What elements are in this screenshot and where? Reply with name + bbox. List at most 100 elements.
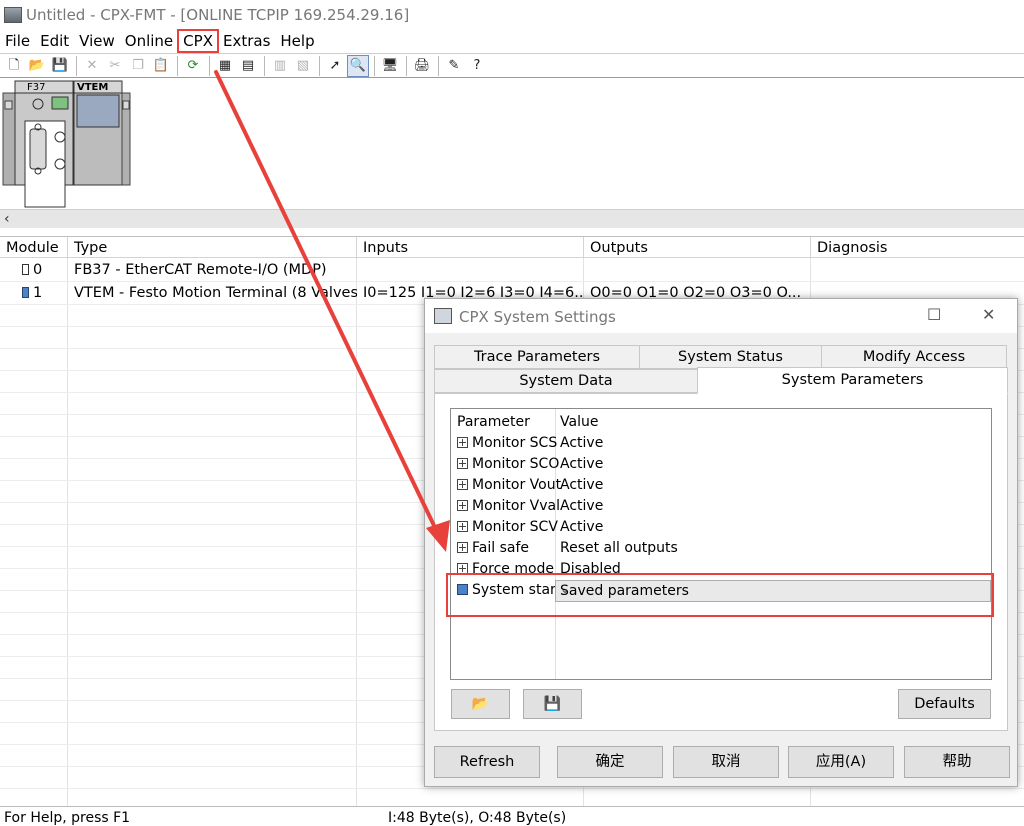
apply-button[interactable]: 应用(A) xyxy=(788,746,894,778)
pointer-icon[interactable]: ➚ xyxy=(325,56,345,76)
open-icon[interactable]: 📂 xyxy=(27,56,47,76)
param-name: Monitor Vout xyxy=(472,477,562,493)
rack-module-vtem-label: VTEM xyxy=(77,82,108,93)
save-icon[interactable]: 💾 xyxy=(50,56,70,76)
toolbar-separator xyxy=(319,55,320,76)
menu-online[interactable]: Online xyxy=(120,30,178,52)
param-name: Monitor SCS xyxy=(472,435,558,451)
refresh-icon[interactable]: ⟳ xyxy=(183,56,203,76)
col-header-module[interactable]: Module xyxy=(0,237,68,257)
list-header-parameter[interactable]: Parameter xyxy=(457,414,530,430)
menu-file[interactable]: File xyxy=(0,30,35,52)
status-help-text: For Help, press F1 xyxy=(4,810,131,826)
help-icon[interactable]: ? xyxy=(467,56,487,76)
rack-diagram: F37 VTEM xyxy=(2,80,131,208)
dialog-title: CPX System Settings xyxy=(459,308,616,326)
defaults-button[interactable]: Defaults xyxy=(898,689,991,719)
list-item[interactable]: Monitor SCO Active xyxy=(451,454,991,475)
maximize-icon[interactable]: ☐ xyxy=(927,305,941,324)
param-value: Active xyxy=(560,456,604,472)
list-item[interactable]: Monitor SCV Active xyxy=(451,517,991,538)
list-item[interactable]: Monitor SCS Active xyxy=(451,433,991,454)
param-name: Monitor SCV xyxy=(472,519,558,535)
col-header-outputs[interactable]: Outputs xyxy=(584,237,811,257)
menu-edit[interactable]: Edit xyxy=(35,30,74,52)
zoom-icon[interactable]: 🔍 xyxy=(347,54,369,77)
col-header-inputs[interactable]: Inputs xyxy=(357,237,584,257)
menu-view[interactable]: View xyxy=(74,30,120,52)
param-name: Monitor SCO xyxy=(472,456,560,472)
param-value: Active xyxy=(560,519,604,535)
menu-cpx[interactable]: CPX xyxy=(177,29,219,53)
toolbar-separator xyxy=(264,55,265,76)
scissors-icon[interactable]: ✂ xyxy=(105,56,125,76)
row-inputs xyxy=(357,259,584,281)
tab-system-status[interactable]: System Status xyxy=(639,345,822,369)
delete-icon[interactable]: ✕ xyxy=(82,56,102,76)
tab-system-parameters[interactable]: System Parameters xyxy=(697,367,1008,394)
download-icon[interactable]: ▧ xyxy=(293,56,313,76)
menu-bar: File Edit View Online CPX Extras Help xyxy=(0,29,1024,53)
row-type: FB37 - EtherCAT Remote-I/O (MDP) xyxy=(74,262,327,278)
toolbar-separator xyxy=(374,55,375,76)
module-grid-header: Module Type Inputs Outputs Diagnosis xyxy=(0,236,1024,258)
menu-help[interactable]: Help xyxy=(275,30,319,52)
dialog-app-icon xyxy=(434,308,452,324)
scroll-left-icon[interactable]: ‹ xyxy=(4,211,10,227)
row-module: 0 xyxy=(33,262,43,278)
col-header-diagnosis[interactable]: Diagnosis xyxy=(811,237,1024,257)
parameter-icon xyxy=(457,521,468,532)
upload-icon[interactable]: ▥ xyxy=(270,56,290,76)
tab-system-data[interactable]: System Data xyxy=(434,369,698,393)
load-file-button[interactable]: 📂 xyxy=(451,689,510,719)
col-header-type[interactable]: Type xyxy=(68,237,357,257)
toolbar: 🗋 📂 💾 ✕ ✂ ❐ 📋 ⟳ ▦ ▤ ▥ ▧ ➚ 🔍 🖥 🖨 ✎ ? xyxy=(0,53,1024,78)
help-button[interactable]: 帮助 xyxy=(904,746,1010,778)
cancel-button[interactable]: 取消 xyxy=(673,746,779,778)
toolbar-separator xyxy=(177,55,178,76)
new-icon[interactable]: 🗋 xyxy=(4,56,24,76)
param-value: Active xyxy=(560,498,604,514)
refresh-button[interactable]: Refresh xyxy=(434,746,540,778)
rack-module-f37-label: F37 xyxy=(27,82,45,93)
status-io-text: I:48 Byte(s), O:48 Byte(s) xyxy=(388,810,567,826)
dialog-title-bar: CPX System Settings ☐ ✕ xyxy=(425,299,1017,333)
list-header: Parameter Value xyxy=(451,412,991,433)
app-icon xyxy=(4,7,22,23)
module-icon[interactable]: ▦ xyxy=(215,56,235,76)
wand-icon[interactable]: ✎ xyxy=(444,56,464,76)
annotation-highlight-box xyxy=(446,573,994,617)
rack-horizontal-scrollbar[interactable]: ‹ xyxy=(0,209,1024,228)
param-name: Fail safe xyxy=(472,540,529,556)
parameter-icon xyxy=(457,458,468,469)
folder-open-icon: 📂 xyxy=(471,696,490,712)
ok-button[interactable]: 确定 xyxy=(557,746,663,778)
row-module: 1 xyxy=(33,285,43,301)
toolbar-separator xyxy=(406,55,407,76)
table-row[interactable]: 0 FB37 - EtherCAT Remote-I/O (MDP) xyxy=(0,259,1024,281)
toolbar-separator xyxy=(76,55,77,76)
parameter-icon xyxy=(457,542,468,553)
toolbar-separator xyxy=(209,55,210,76)
print-icon[interactable]: 🖨 xyxy=(412,56,432,76)
save-icon: 💾 xyxy=(543,696,562,712)
list-item[interactable]: Fail safe Reset all outputs xyxy=(451,538,991,559)
menu-extras[interactable]: Extras xyxy=(218,30,275,52)
list-item[interactable]: Monitor Vout Active xyxy=(451,475,991,496)
copy-icon[interactable]: ❐ xyxy=(128,56,148,76)
module-icon xyxy=(22,264,29,275)
grid-row-line xyxy=(0,788,1024,789)
tab-trace-parameters[interactable]: Trace Parameters xyxy=(434,345,640,369)
list-header-value[interactable]: Value xyxy=(560,414,598,430)
tab-modify-access[interactable]: Modify Access xyxy=(821,345,1007,369)
param-name: Monitor Vval xyxy=(472,498,560,514)
list-item[interactable]: Monitor Vval Active xyxy=(451,496,991,517)
param-value: Active xyxy=(560,435,604,451)
parameter-icon xyxy=(457,500,468,511)
monitor-icon[interactable]: 🖥 xyxy=(380,56,400,76)
paste-icon[interactable]: 📋 xyxy=(151,56,171,76)
module-grid-icon[interactable]: ▤ xyxy=(238,56,258,76)
close-icon[interactable]: ✕ xyxy=(982,305,995,324)
parameter-icon xyxy=(457,437,468,448)
save-file-button[interactable]: 💾 xyxy=(523,689,582,719)
